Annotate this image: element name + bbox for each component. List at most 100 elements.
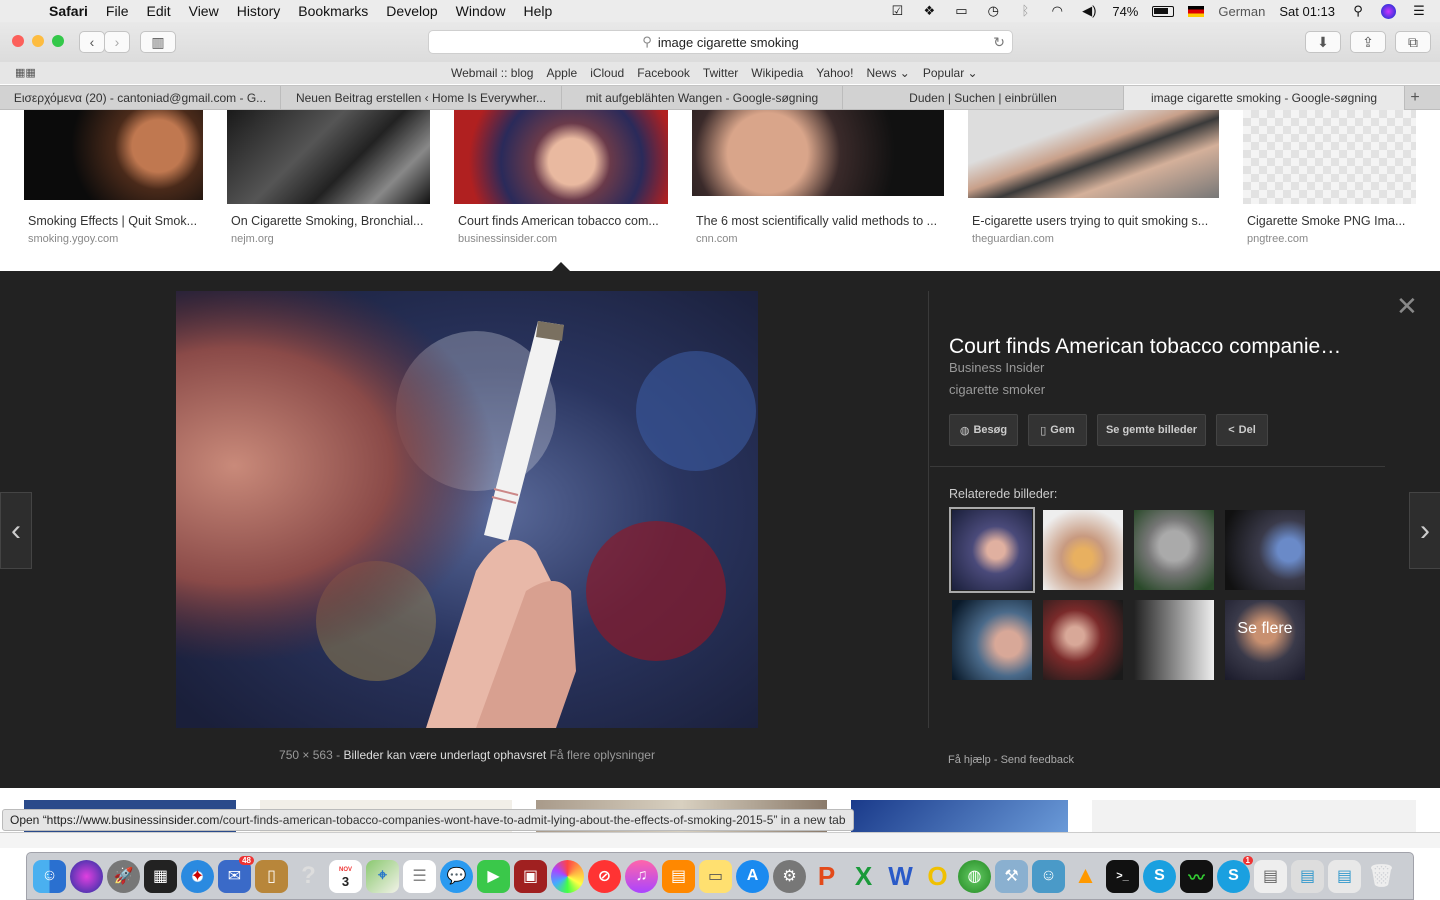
migration-icon[interactable]: ☺ — [1032, 859, 1065, 893]
related-image[interactable] — [952, 600, 1032, 680]
checkmark-icon[interactable]: ☑ — [888, 4, 906, 18]
wifi-icon[interactable]: ◠ — [1048, 4, 1066, 18]
document-icon[interactable]: ▤ — [1328, 859, 1361, 893]
fav-popular[interactable]: Popular ⌄ — [923, 66, 978, 80]
spotlight-search-icon[interactable]: ⚲ — [1349, 4, 1367, 18]
result-thumbnail[interactable] — [1243, 110, 1416, 204]
photo-booth-icon[interactable]: ▦ — [144, 859, 177, 893]
menu-file[interactable]: File — [97, 3, 138, 19]
help-icon[interactable]: ? — [292, 860, 325, 893]
result-caption[interactable]: Court finds American tobacco com... — [458, 214, 668, 228]
send-feedback-link[interactable]: Send feedback — [1001, 754, 1074, 766]
more-info-link[interactable]: Få flere oplysninger — [550, 748, 655, 762]
forward-button[interactable]: › — [104, 31, 130, 53]
finder-icon[interactable]: ☺ — [33, 859, 66, 893]
result-caption[interactable]: E-cigarette users trying to quit smoking… — [972, 214, 1215, 228]
see-more-related[interactable]: Se flere — [1225, 600, 1305, 680]
battery-icon[interactable] — [1152, 5, 1175, 17]
outlook-icon[interactable]: O — [921, 860, 954, 893]
facetime-icon[interactable]: ▶ — [477, 859, 510, 893]
result-caption[interactable]: On Cigarette Smoking, Bronchial... — [231, 214, 430, 228]
tab-duden[interactable]: Duden | Suchen | einbrüllen — [843, 86, 1124, 110]
fav-news[interactable]: News ⌄ — [866, 66, 909, 80]
get-help-link[interactable]: Få hjælp — [948, 754, 991, 766]
fav-yahoo[interactable]: Yahoo! — [816, 66, 853, 80]
photo-booth-red-icon[interactable]: ▣ — [514, 859, 547, 893]
network-utility-icon[interactable]: ⚒ — [995, 859, 1028, 893]
safari-icon[interactable]: ✦ — [181, 859, 214, 893]
tab-google-wangen[interactable]: mit aufgeblähten Wangen - Google-søgning — [562, 86, 843, 110]
excel-icon[interactable]: X — [847, 860, 880, 893]
downloads-button[interactable]: ⬇ — [1305, 31, 1341, 53]
fav-wikipedia[interactable]: Wikipedia — [751, 66, 803, 80]
terminal-icon[interactable]: >_ — [1106, 859, 1139, 893]
network-globe-icon[interactable]: ◍ — [958, 859, 991, 893]
skype-icon[interactable]: S — [1143, 859, 1176, 893]
document-icon[interactable]: ▤ — [1291, 859, 1324, 893]
sidebar-button[interactable]: ▥ — [140, 31, 176, 53]
photos-icon[interactable] — [551, 859, 584, 893]
related-image[interactable] — [1225, 510, 1305, 590]
related-image[interactable] — [949, 507, 1035, 593]
tab-google-cigarette[interactable]: image cigarette smoking - Google-søgning — [1124, 86, 1405, 110]
fav-icloud[interactable]: iCloud — [590, 66, 624, 80]
airplay-icon[interactable]: ▭ — [952, 4, 970, 18]
calendar-icon[interactable]: NOV 3 — [329, 859, 362, 893]
menu-edit[interactable]: Edit — [137, 3, 179, 19]
vlc-icon[interactable]: ▲ — [1069, 860, 1102, 893]
word-icon[interactable]: W — [884, 860, 917, 893]
battery-percent[interactable]: 74% — [1112, 4, 1138, 19]
related-image[interactable] — [1134, 600, 1214, 680]
system-preferences-icon[interactable]: ⚙ — [773, 859, 806, 893]
close-preview-button[interactable]: ✕ — [1396, 291, 1418, 322]
next-image-button[interactable]: › — [1409, 492, 1440, 569]
bluetooth-icon[interactable]: ᛒ — [1016, 4, 1034, 18]
back-button[interactable]: ‹ — [79, 31, 105, 53]
dropbox-icon[interactable]: ❖ — [920, 4, 938, 18]
tab-blog[interactable]: Neuen Beitrag erstellen ‹ Home Is Everyw… — [281, 86, 562, 110]
notebook-icon[interactable]: ▯ — [255, 859, 288, 893]
result-thumbnail[interactable] — [692, 110, 944, 196]
result-thumbnail[interactable] — [851, 800, 1068, 832]
fav-apple[interactable]: Apple — [546, 66, 577, 80]
notes-icon[interactable]: ▭ — [699, 859, 732, 893]
zoom-window-button[interactable] — [52, 35, 64, 47]
result-caption[interactable]: Cigarette Smoke PNG Ima... — [1247, 214, 1416, 228]
result-thumbnail[interactable] — [1092, 800, 1416, 832]
preview-title[interactable]: Court finds American tobacco companie… — [949, 335, 1341, 359]
app-store-icon[interactable]: A — [736, 859, 769, 893]
preview-image[interactable] — [176, 291, 758, 728]
share-button[interactable]: < Del — [1216, 414, 1268, 446]
minimize-window-button[interactable] — [32, 35, 44, 47]
result-thumbnail[interactable] — [24, 110, 203, 200]
result-thumbnail[interactable] — [454, 110, 668, 204]
german-flag-icon[interactable] — [1188, 5, 1205, 17]
menu-window[interactable]: Window — [447, 3, 515, 19]
related-image[interactable] — [1043, 510, 1123, 590]
reminders-icon[interactable]: ☰ — [403, 859, 436, 893]
fav-facebook[interactable]: Facebook — [637, 66, 690, 80]
siri-icon[interactable] — [1381, 3, 1396, 19]
fav-webmail[interactable]: Webmail :: blog — [451, 66, 533, 80]
fav-twitter[interactable]: Twitter — [703, 66, 738, 80]
result-caption[interactable]: The 6 most scientifically valid methods … — [696, 214, 940, 228]
input-language[interactable]: German — [1218, 4, 1265, 19]
tab-overview-button[interactable]: ⧉ — [1395, 31, 1431, 53]
menu-history[interactable]: History — [228, 3, 290, 19]
activity-monitor-icon[interactable]: 〰 — [1180, 859, 1213, 893]
reload-icon[interactable]: ↻ — [993, 34, 1005, 51]
menu-safari[interactable]: Safari — [40, 3, 97, 19]
document-icon[interactable]: ▤ — [1254, 859, 1287, 893]
maps-icon[interactable]: ⌖ — [366, 859, 399, 893]
horizontal-scrollbar[interactable] — [0, 832, 1440, 848]
clock[interactable]: Sat 01:13 — [1279, 4, 1335, 19]
menu-develop[interactable]: Develop — [377, 3, 446, 19]
menu-bookmarks[interactable]: Bookmarks — [289, 3, 377, 19]
address-bar[interactable]: ⚲ image cigarette smoking ↻ — [428, 30, 1013, 54]
trash-icon[interactable]: 🗑 — [1365, 860, 1398, 893]
powerpoint-icon[interactable]: P — [810, 860, 843, 893]
siri-icon[interactable] — [70, 859, 103, 893]
share-button[interactable]: ⇪ — [1350, 31, 1386, 53]
related-image[interactable] — [1134, 510, 1214, 590]
related-image[interactable] — [1043, 600, 1123, 680]
